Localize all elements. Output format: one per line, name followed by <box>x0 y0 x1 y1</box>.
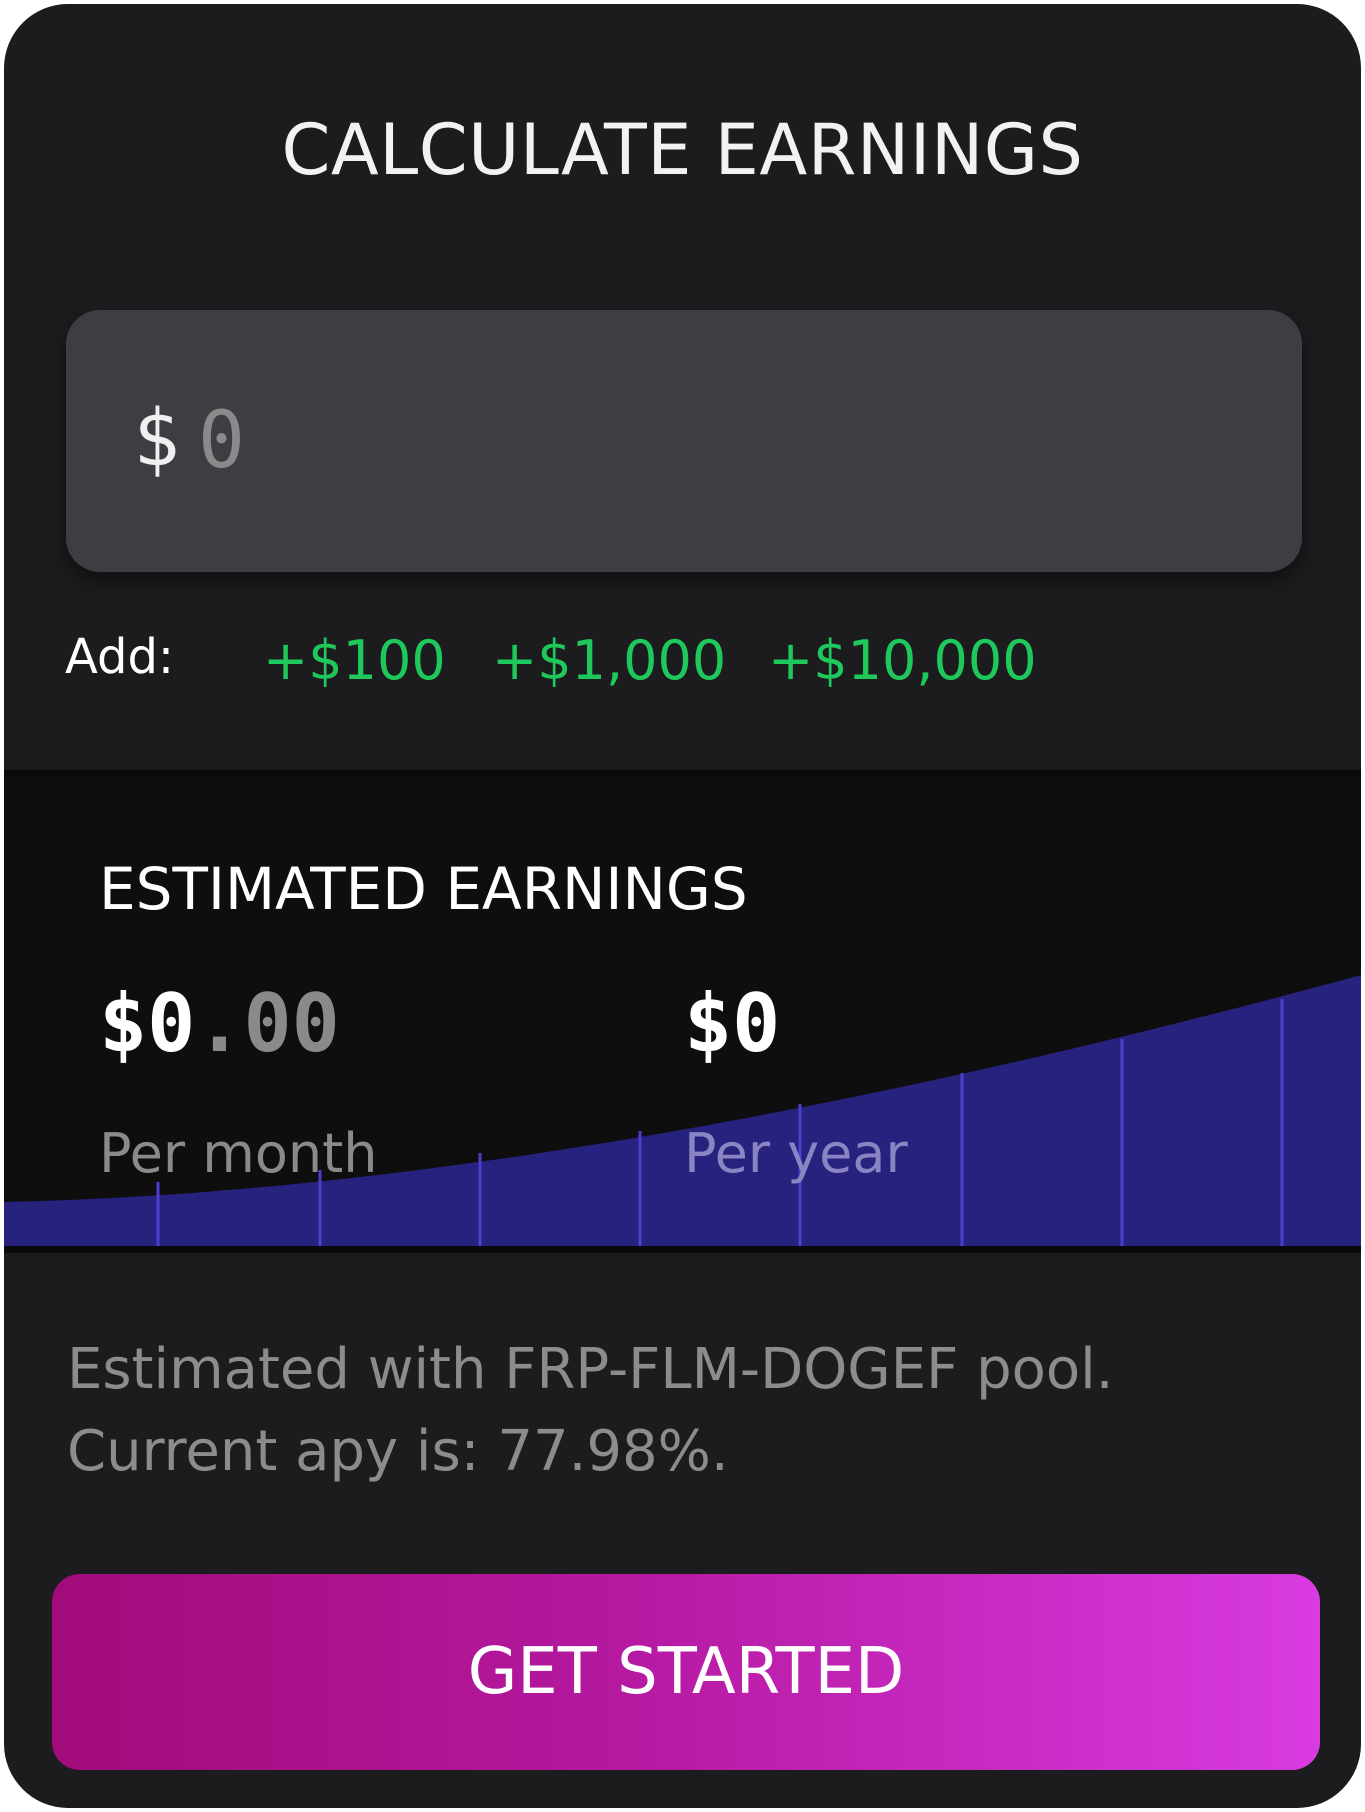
earnings-calculator-card: CALCULATE EARNINGS $ Add: +$100 +$1,000 … <box>4 4 1361 1808</box>
monthly-earnings-value: $0.00 <box>99 977 340 1070</box>
estimated-earnings-panel: ESTIMATED EARNINGS $0.00 Per month $0 Pe… <box>4 777 1361 1250</box>
monthly-earnings-integer: $0 <box>99 977 196 1070</box>
get-started-button[interactable]: GET STARTED <box>52 1574 1320 1770</box>
currency-symbol: $ <box>133 394 180 484</box>
add-1000-button[interactable]: +$1,000 <box>492 629 726 692</box>
amount-input[interactable] <box>196 380 1200 502</box>
pool-info-line-2: Current apy is: 77.98%. <box>67 1419 729 1484</box>
yearly-earnings-amount: $0 <box>684 977 781 1070</box>
add-100-button[interactable]: +$100 <box>263 629 446 692</box>
monthly-earnings-label: Per month <box>99 1122 378 1185</box>
monthly-earnings-fraction: .00 <box>195 977 340 1070</box>
add-10000-button[interactable]: +$10,000 <box>768 629 1037 692</box>
section-divider-bottom <box>4 1246 1361 1253</box>
yearly-earnings-value: $0 <box>684 977 780 1070</box>
pool-info-line-1: Estimated with FRP-FLM-DOGEF pool. <box>67 1337 1114 1402</box>
amount-input-box[interactable]: $ <box>66 310 1302 572</box>
section-divider-top <box>4 770 1361 777</box>
add-label: Add: <box>65 629 175 685</box>
calculator-title: CALCULATE EARNINGS <box>281 109 1084 191</box>
yearly-earnings-label: Per year <box>684 1122 908 1185</box>
pool-info-text: Estimated with FRP-FLM-DOGEF pool. Curre… <box>67 1329 1307 1493</box>
estimated-earnings-title: ESTIMATED EARNINGS <box>99 855 748 923</box>
